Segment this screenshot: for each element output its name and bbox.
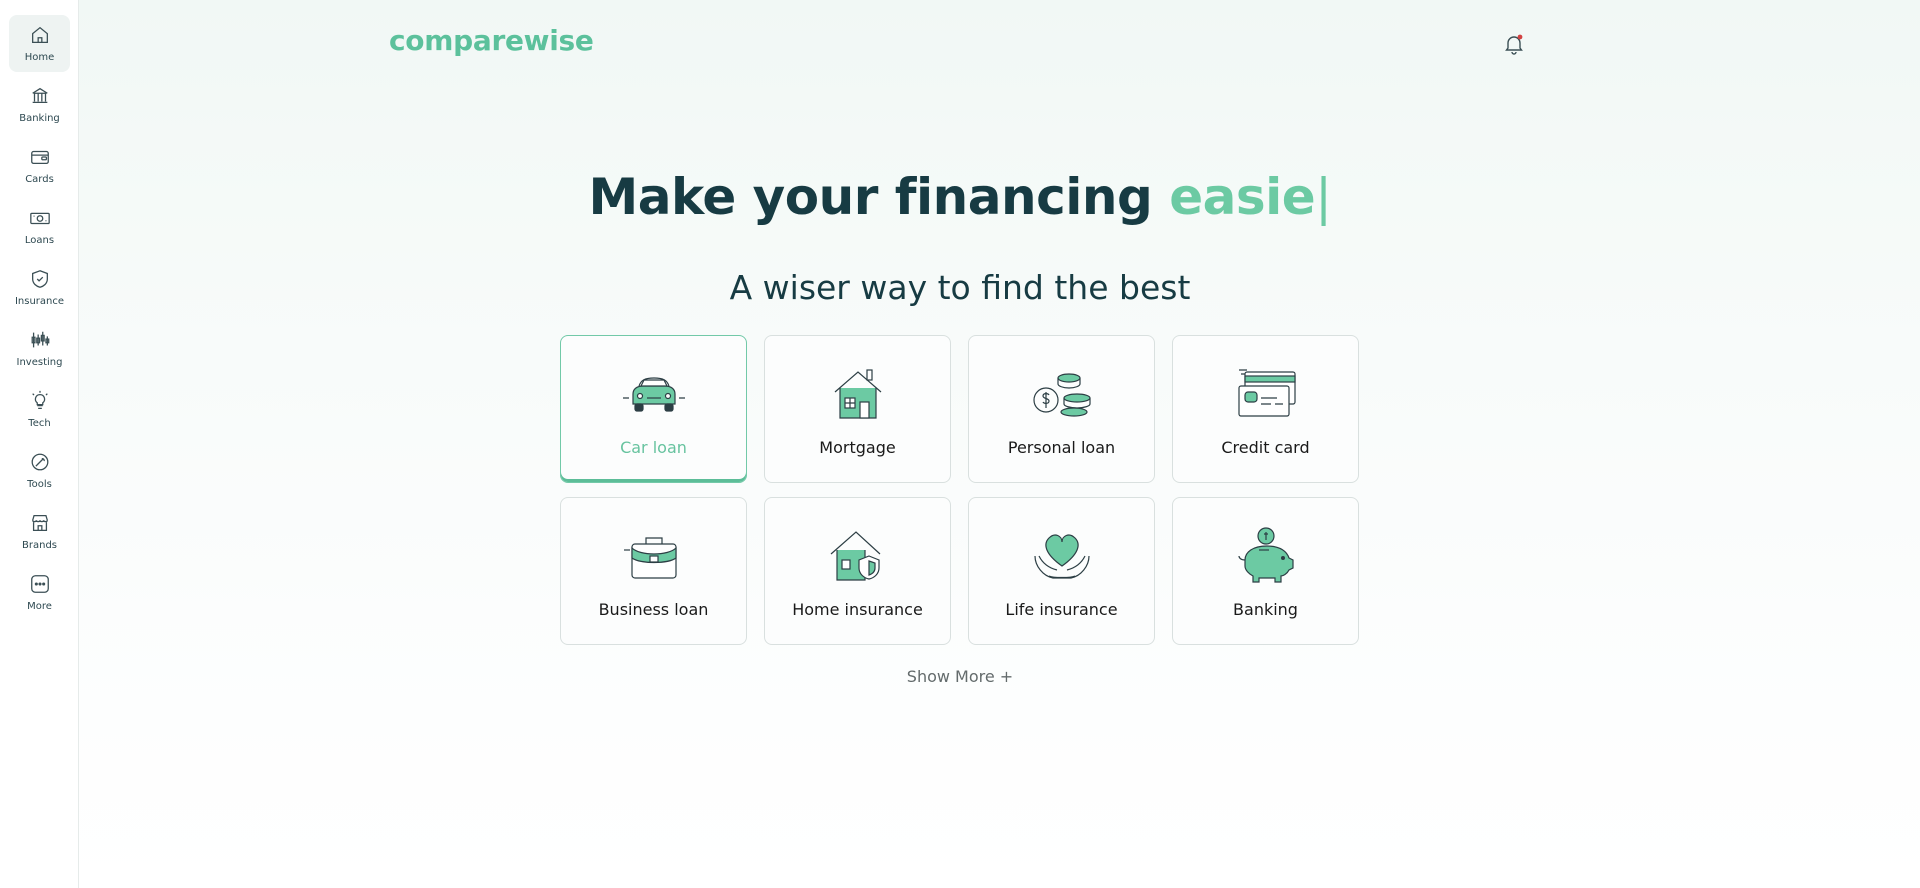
home-icon — [31, 26, 48, 43]
sidebar-item-label: Home — [24, 52, 55, 63]
card-label: Business loan — [598, 600, 709, 619]
sidebar-item-more[interactable]: More — [9, 564, 70, 621]
sidebar-item-label: Tech — [28, 418, 51, 429]
category-card-credit-card[interactable]: Credit card — [1172, 335, 1359, 483]
piggy-bank-icon — [1237, 527, 1294, 583]
sidebar-item-investing[interactable]: Investing — [9, 320, 70, 377]
card-label: Life insurance — [1005, 600, 1118, 619]
category-card-banking[interactable]: Banking — [1172, 497, 1359, 645]
category-card-business-loan[interactable]: Business loan — [560, 497, 747, 645]
card-label: Credit card — [1221, 438, 1310, 457]
sidebar-item-banking[interactable]: Banking — [9, 76, 70, 133]
coins-icon — [1032, 373, 1091, 417]
sidebar-item-label: Investing — [16, 357, 63, 368]
sidebar-item-home[interactable]: Home — [9, 15, 70, 72]
notifications-button[interactable] — [1502, 32, 1526, 56]
store-icon — [31, 515, 48, 531]
car-icon — [622, 377, 685, 412]
show-more-button[interactable]: Show More + — [0, 667, 1920, 686]
card-label: Mortgage — [819, 438, 896, 457]
home-shield-icon — [830, 531, 880, 581]
house-icon — [834, 369, 881, 419]
headline-accent: easie — [1169, 168, 1316, 226]
category-card-mortgage[interactable]: Mortgage — [764, 335, 951, 483]
sidebar-item-label: Brands — [22, 540, 57, 551]
bell-icon — [1505, 34, 1523, 55]
sidebar-item-tools[interactable]: Tools — [9, 442, 70, 499]
sidebar-item-brands[interactable]: Brands — [9, 503, 70, 560]
heart-hands-icon — [1033, 534, 1090, 579]
card-label: Personal loan — [1007, 438, 1116, 457]
lightbulb-icon — [31, 390, 48, 409]
sidebar: Home Banking Cards Loans Insurance Inves… — [0, 0, 79, 888]
card-label: Car loan — [620, 438, 687, 457]
sidebar-item-tech[interactable]: Tech — [9, 381, 70, 438]
sidebar-item-label: More — [27, 601, 52, 612]
sidebar-item-label: Loans — [24, 235, 55, 246]
hero-subheadline: A wiser way to find the best — [729, 268, 1191, 307]
category-card-life-insurance[interactable]: Life insurance — [968, 497, 1155, 645]
typing-caret: | — [1315, 168, 1332, 226]
category-grid: Car loan Mortgage Personal loan Credit c… — [560, 335, 1359, 645]
hero-headline: Make your financing easie| — [0, 168, 1920, 226]
card-label: Banking — [1233, 600, 1298, 619]
credit-card-icon — [1237, 369, 1296, 417]
headline-main: Make your financing — [588, 168, 1153, 226]
category-card-personal-loan[interactable]: Personal loan — [968, 335, 1155, 483]
chart-icon — [31, 331, 49, 348]
tools-icon — [31, 453, 48, 471]
card-label: Home insurance — [792, 600, 923, 619]
more-icon — [30, 575, 49, 593]
sidebar-item-label: Tools — [27, 479, 52, 490]
hero-headline-container: Make your financing easie| — [0, 168, 1920, 226]
briefcase-icon — [623, 537, 677, 579]
brand-logo[interactable]: comparewise — [389, 24, 594, 57]
category-card-home-insurance[interactable]: Home insurance — [764, 497, 951, 645]
category-card-car-loan[interactable]: Car loan — [560, 335, 747, 483]
wallet-icon — [30, 150, 49, 165]
sidebar-item-label: Banking — [19, 113, 60, 124]
bank-icon — [31, 87, 48, 104]
